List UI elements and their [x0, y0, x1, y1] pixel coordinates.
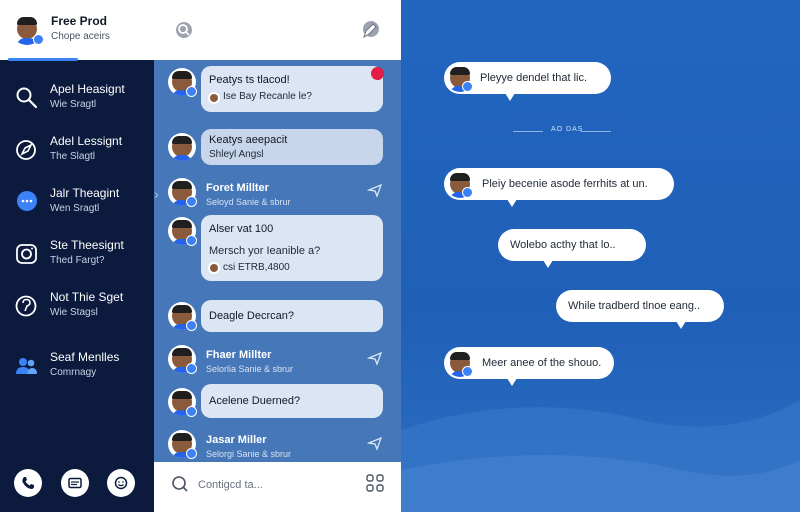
message-text: While tradberd tlnoe eang..	[568, 300, 701, 312]
share-icon[interactable]	[367, 350, 383, 366]
nav-title: Seaf Menlles	[50, 350, 120, 364]
message-text: Pleyye dendel that lic.	[480, 72, 588, 84]
chevron-right-icon: ›	[154, 186, 159, 202]
emoji-icon	[114, 476, 128, 490]
message-preview[interactable]: Acelene Duerned?	[201, 384, 383, 418]
verified-icon	[462, 366, 473, 377]
day-separator: AO DAS	[513, 126, 611, 136]
verified-icon	[462, 187, 473, 198]
search-icon	[16, 87, 38, 109]
message-preview[interactable]: Deagle Decrcan?	[201, 300, 383, 332]
verified-icon	[462, 81, 473, 92]
message-preview[interactable]: Peatys ts tlacod! Ise Bay Recanle le?	[201, 66, 383, 112]
conversation-list: Peatys ts tlacod! Ise Bay Recanle le? Ke…	[154, 0, 401, 512]
nav-title: Apel Heasignt	[50, 82, 125, 96]
contact-subtitle: Seloyd Sanie & sbrur	[206, 197, 291, 207]
search-icon[interactable]	[174, 20, 194, 40]
bubble-tail	[507, 378, 517, 386]
preview-title: Peatys ts tlacod!	[209, 74, 290, 86]
bubble-tail	[676, 321, 686, 329]
verified-icon	[33, 34, 44, 45]
message-text: Meer anee of the shouo.	[482, 357, 602, 369]
nav-subtitle: The Slagtl	[50, 151, 96, 162]
avatar	[208, 92, 220, 104]
message-text: Wolebo acthy that lo..	[510, 239, 616, 251]
preview-title: Deagle Decrcan?	[209, 310, 294, 322]
list-header	[154, 0, 401, 60]
nav-item-3[interactable]: Jalr Theagint Wen Sragtl	[0, 180, 154, 228]
nav-title: Adel Lessignt	[50, 134, 123, 148]
compose-icon[interactable]	[360, 20, 380, 40]
card-button[interactable]	[61, 469, 89, 497]
contact-name[interactable]: Foret Millter	[206, 182, 269, 194]
active-indicator	[8, 58, 78, 61]
verified-icon	[186, 448, 197, 459]
chat-message[interactable]: While tradberd tlnoe eang..	[556, 290, 724, 322]
search-icon	[172, 476, 188, 492]
apps-icon[interactable]	[366, 474, 384, 492]
preview-text: Mersch yor Ieanible a?	[209, 245, 321, 257]
card-icon	[68, 477, 82, 489]
nav-subtitle: Wie Stagsl	[50, 307, 98, 318]
bubble-tail	[543, 260, 553, 268]
profile-name: Free Prod	[51, 14, 108, 28]
nav-item-4[interactable]: Ste Theesignt Thed Fargt?	[0, 232, 154, 280]
nav-subtitle: Wen Sragtl	[50, 203, 100, 214]
contact-subtitle: Selorlia Sanie & sbrur	[206, 364, 294, 374]
chat-message[interactable]: Wolebo acthy that lo..	[498, 229, 646, 261]
avatar[interactable]	[168, 133, 196, 161]
share-icon[interactable]	[367, 182, 383, 198]
preview-text: Ise Bay Recanle le?	[223, 91, 312, 102]
nav-item-1[interactable]: Apel Heasignt Wie Sragtl	[0, 76, 154, 124]
profile-header[interactable]: Free Prod Chope aceirs	[0, 0, 154, 61]
verified-icon	[186, 320, 197, 331]
help-icon	[15, 295, 37, 317]
compass-icon	[16, 140, 36, 160]
verified-icon	[186, 86, 197, 97]
call-button[interactable]	[14, 469, 42, 497]
preview-amount: csi ETRB,4800	[223, 262, 290, 273]
nav-item-5[interactable]: Not Thie Sget Wie Stagsl	[0, 284, 154, 332]
chat-message[interactable]: Pleiy becenie asode ferrhits at un.	[444, 168, 674, 200]
share-icon[interactable]	[367, 435, 383, 451]
preview-text: Shleyl Angsl	[209, 149, 264, 160]
day-separator-label: AO DAS	[551, 126, 584, 133]
preview-title: Acelene Duerned?	[209, 395, 301, 407]
verified-icon	[186, 363, 197, 374]
chat-panel: AO DAS Pleyye dendel that lic. Pleiy bec…	[401, 0, 800, 512]
search-input[interactable]	[198, 474, 348, 496]
emoji-button[interactable]	[107, 469, 135, 497]
nav-subtitle: Wie Sragtl	[50, 99, 97, 110]
verified-icon	[186, 235, 197, 246]
nav-item-2[interactable]: Adel Lessignt The Slagtl	[0, 128, 154, 176]
nav-title: Ste Theesignt	[50, 238, 124, 252]
message-preview[interactable]: Alser vat 100 Mersch yor Ieanible a? csi…	[201, 215, 383, 281]
preview-title: Keatys aeepacit	[209, 134, 288, 146]
contact-name[interactable]: Jasar Miller	[206, 434, 267, 446]
nav-title: Not Thie Sget	[50, 290, 124, 304]
sidebar: Free Prod Chope aceirs Apel Heasignt Wie…	[0, 0, 154, 512]
verified-icon	[186, 196, 197, 207]
nav-item-6[interactable]: Seaf Menlles Comrnagy	[0, 344, 154, 392]
nav-title: Jalr Theagint	[50, 186, 120, 200]
phone-icon	[22, 477, 34, 489]
message-preview[interactable]: Keatys aeepacit Shleyl Angsl	[201, 129, 383, 165]
bubble-tail	[505, 93, 515, 101]
camera-icon	[16, 244, 37, 264]
contact-name[interactable]: Fhaer Millter	[206, 349, 271, 361]
bubble-tail	[507, 199, 517, 207]
avatar	[208, 262, 220, 274]
unread-badge	[371, 67, 384, 80]
contact-subtitle: Selorgi Sanie & sbrur	[206, 449, 292, 459]
list-footer	[154, 462, 401, 512]
nav-subtitle: Comrnagy	[50, 367, 97, 378]
profile-status: Chope aceirs	[51, 31, 110, 42]
preview-title: Alser vat 100	[209, 223, 274, 235]
message-text: Pleiy becenie asode ferrhits at un.	[482, 178, 648, 190]
chat-icon	[17, 191, 37, 211]
nav-subtitle: Thed Fargt?	[50, 255, 105, 266]
contacts-icon	[16, 358, 37, 374]
verified-icon	[186, 406, 197, 417]
